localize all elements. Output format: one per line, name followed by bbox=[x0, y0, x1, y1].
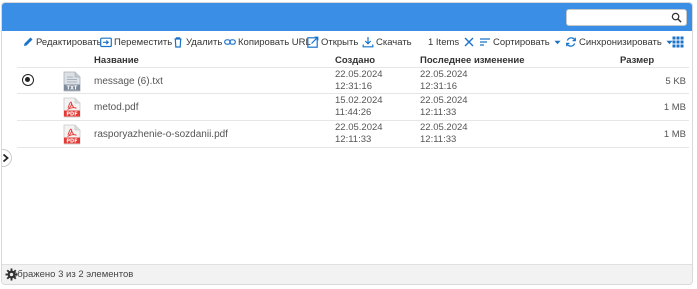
gear-icon[interactable] bbox=[5, 268, 18, 281]
search-icon[interactable] bbox=[671, 12, 682, 23]
modified-date: 22.05.2024 bbox=[420, 69, 468, 80]
file-size: 1 MB bbox=[663, 102, 686, 113]
column-header-name[interactable]: Название bbox=[94, 55, 139, 66]
selected-items-indicator: 1 Items bbox=[428, 31, 477, 53]
chevron-right-icon bbox=[2, 153, 9, 163]
open-label: Открыть bbox=[321, 36, 359, 48]
sort-label: Сортировать bbox=[493, 36, 550, 48]
file-size: 5 KB bbox=[665, 76, 686, 87]
created-cell: 22.05.2024 12:31:16 bbox=[335, 69, 383, 93]
sync-label: Синхронизировать bbox=[579, 36, 662, 48]
download-icon bbox=[362, 37, 374, 48]
top-bar bbox=[2, 3, 692, 31]
row-select-radio[interactable] bbox=[22, 74, 34, 86]
modified-time: 12:11:33 bbox=[420, 134, 457, 145]
column-header-modified[interactable]: Последнее изменение bbox=[420, 55, 524, 66]
created-time: 12:31:16 bbox=[335, 81, 372, 92]
pdf-file-icon: PDF bbox=[63, 124, 81, 145]
sort-dropdown[interactable]: Сортировать bbox=[479, 31, 561, 53]
file-size: 1 MB bbox=[663, 129, 686, 140]
grid-view-button[interactable] bbox=[672, 31, 686, 53]
search-box[interactable] bbox=[566, 9, 687, 28]
file-name[interactable]: rasporyazhenie-o-sozdanii.pdf bbox=[94, 129, 228, 140]
download-label: Скачать bbox=[376, 36, 412, 48]
status-bar: ображено 3 из 2 элементов bbox=[2, 264, 692, 284]
sync-icon bbox=[566, 37, 576, 47]
column-header-size[interactable]: Размер bbox=[620, 55, 654, 66]
created-date: 22.05.2024 bbox=[335, 122, 383, 133]
txt-file-icon: TXT bbox=[63, 71, 81, 92]
status-text: ображено 3 из 2 элементов bbox=[12, 269, 134, 280]
file-type-label: TXT bbox=[67, 86, 78, 92]
file-list: TXT message (6).txt 22.05.2024 12:31:16 2… bbox=[17, 67, 689, 148]
delete-button[interactable]: Удалить bbox=[172, 31, 222, 53]
modified-cell: 22.05.2024 12:11:33 bbox=[420, 95, 468, 119]
modified-date: 22.05.2024 bbox=[420, 95, 468, 106]
pdf-file-icon: PDF bbox=[63, 97, 81, 118]
delete-label: Удалить bbox=[186, 36, 223, 48]
link-icon bbox=[224, 39, 236, 45]
chevron-down-icon bbox=[554, 40, 561, 44]
created-time: 11:44:26 bbox=[335, 107, 372, 118]
file-name[interactable]: metod.pdf bbox=[94, 102, 138, 113]
toolbar: Редактировать Переместить Удалить Копиро… bbox=[2, 31, 692, 53]
clear-selection-icon[interactable] bbox=[463, 36, 475, 48]
modified-cell: 22.05.2024 12:31:16 bbox=[420, 69, 468, 93]
file-type-label: PDF bbox=[66, 112, 77, 118]
file-name[interactable]: message (6).txt bbox=[94, 76, 163, 87]
column-header-created[interactable]: Создано bbox=[335, 55, 375, 66]
created-time: 12:11:33 bbox=[335, 134, 372, 145]
sync-dropdown[interactable]: Синхронизировать bbox=[565, 31, 673, 53]
pencil-icon bbox=[24, 37, 33, 46]
open-external-icon bbox=[307, 36, 319, 48]
open-button[interactable]: Открыть bbox=[307, 31, 358, 53]
created-cell: 15.02.2024 11:44:26 bbox=[335, 95, 383, 119]
edit-label: Редактировать bbox=[36, 36, 102, 48]
move-label: Переместить bbox=[114, 36, 173, 48]
grid-view-icon bbox=[672, 36, 684, 48]
table-row[interactable]: PDF metod.pdf 15.02.2024 11:44:26 22.05.2… bbox=[17, 94, 689, 121]
move-button[interactable]: Переместить bbox=[100, 31, 172, 53]
created-date: 22.05.2024 bbox=[335, 69, 383, 80]
items-count: 1 Items bbox=[428, 36, 460, 48]
sort-icon bbox=[480, 38, 490, 46]
file-manager: Редактировать Переместить Удалить Копиро… bbox=[1, 2, 693, 285]
modified-time: 12:31:16 bbox=[420, 81, 457, 92]
expand-panel-handle[interactable] bbox=[2, 149, 12, 167]
file-type-label: PDF bbox=[66, 139, 77, 145]
table-row[interactable]: TXT message (6).txt 22.05.2024 12:31:16 2… bbox=[17, 67, 689, 94]
created-cell: 22.05.2024 12:11:33 bbox=[335, 122, 383, 146]
download-button[interactable]: Скачать bbox=[362, 31, 412, 53]
edit-button[interactable]: Редактировать bbox=[22, 31, 102, 53]
modified-cell: 22.05.2024 12:11:33 bbox=[420, 122, 468, 146]
modified-date: 22.05.2024 bbox=[420, 122, 468, 133]
copy-url-button[interactable]: Копировать URL bbox=[224, 31, 311, 53]
copy-url-label: Копировать URL bbox=[238, 36, 311, 48]
table-row[interactable]: PDF rasporyazhenie-o-sozdanii.pdf 22.05.… bbox=[17, 121, 689, 148]
modified-time: 12:11:33 bbox=[420, 107, 457, 118]
move-folder-icon bbox=[100, 37, 112, 48]
search-input[interactable] bbox=[567, 13, 686, 28]
trash-icon bbox=[174, 37, 182, 48]
created-date: 15.02.2024 bbox=[335, 95, 383, 106]
